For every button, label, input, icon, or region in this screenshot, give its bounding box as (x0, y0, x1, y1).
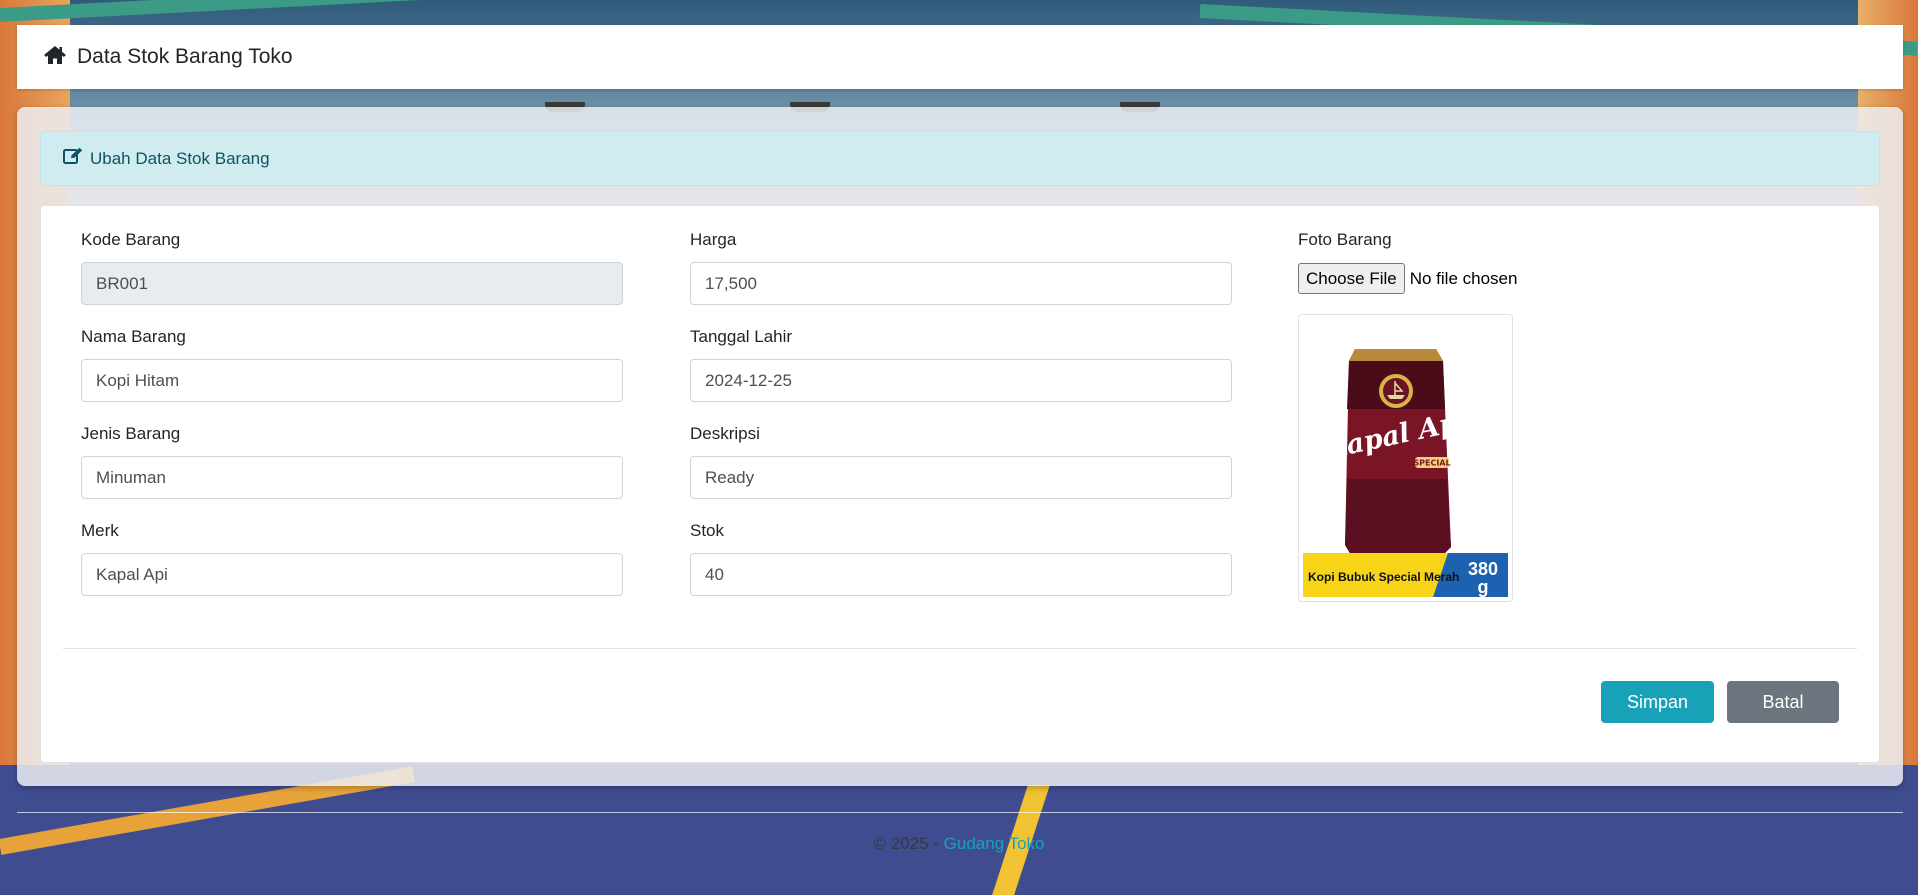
kode-barang-label: Kode Barang (81, 230, 181, 249)
footer: © 2025 - Gudang Toko (0, 834, 1918, 854)
tanggal-label: Tanggal Lahir (690, 327, 793, 346)
form-divider (63, 648, 1857, 649)
edit-card: Ubah Data Stok Barang Kode Barang BR001 … (17, 107, 1903, 786)
navbar-title: Data Stok Barang Toko (77, 45, 293, 68)
field-stok: Stok 40 (690, 519, 1232, 596)
stok-input[interactable]: 40 (690, 553, 1232, 596)
merk-input[interactable]: Kapal Api (81, 553, 623, 596)
field-harga: Harga 17,500 (690, 228, 1232, 305)
field-kode-barang: Kode Barang BR001 (81, 228, 623, 305)
top-navbar: Data Stok Barang Toko (17, 25, 1903, 89)
field-deskripsi: Deskripsi Ready (690, 422, 1232, 499)
edit-icon (63, 147, 83, 170)
footer-copyright: © 2025 - (873, 834, 944, 853)
field-jenis-barang: Jenis Barang Minuman (81, 422, 623, 499)
footer-link[interactable]: Gudang Toko (944, 834, 1045, 853)
package-variant-text: SPECIAL (1413, 459, 1450, 468)
home-icon (43, 45, 67, 70)
field-merk: Merk Kapal Api (81, 519, 623, 596)
field-nama-barang: Nama Barang Kopi Hitam (81, 325, 623, 402)
cancel-button[interactable]: Batal (1727, 681, 1839, 723)
jenis-barang-label: Jenis Barang (81, 424, 181, 443)
coffee-package-image: Kapal Api SPECIAL Kopi Bubuk Special Mer… (1303, 319, 1508, 597)
save-button[interactable]: Simpan (1601, 681, 1714, 723)
merk-label: Merk (81, 521, 119, 540)
harga-input[interactable]: 17,500 (690, 262, 1232, 305)
choose-file-button[interactable]: Choose File (1298, 263, 1405, 294)
edit-form: Kode Barang BR001 Nama Barang Kopi Hitam… (40, 205, 1880, 763)
navbar-brand[interactable]: Data Stok Barang Toko (43, 45, 293, 70)
kode-barang-input[interactable]: BR001 (81, 262, 623, 305)
field-foto: Foto Barang (1298, 228, 1698, 252)
field-tanggal: Tanggal Lahir 2024-12-25 (690, 325, 1232, 402)
stok-label: Stok (690, 521, 725, 540)
file-status: No file chosen (1409, 268, 1518, 288)
jenis-barang-input[interactable]: Minuman (81, 456, 623, 499)
card-header: Ubah Data Stok Barang (40, 131, 1880, 186)
package-caption: Kopi Bubuk Special Merah (1308, 570, 1459, 584)
harga-label: Harga (690, 230, 737, 249)
foto-label: Foto Barang (1298, 230, 1392, 249)
card-header-title: Ubah Data Stok Barang (90, 148, 270, 168)
nama-barang-label: Nama Barang (81, 327, 186, 346)
product-image: Kapal Api SPECIAL Kopi Bubuk Special Mer… (1298, 314, 1513, 602)
deskripsi-label: Deskripsi (690, 424, 760, 443)
tanggal-input[interactable]: 2024-12-25 (690, 359, 1232, 402)
package-weight-unit: g (1478, 577, 1489, 597)
file-input[interactable]: Choose File No file chosen (1298, 263, 1517, 294)
deskripsi-input[interactable]: Ready (690, 456, 1232, 499)
footer-divider (17, 812, 1903, 813)
nama-barang-input[interactable]: Kopi Hitam (81, 359, 623, 402)
package-weight: 380 (1468, 559, 1498, 579)
